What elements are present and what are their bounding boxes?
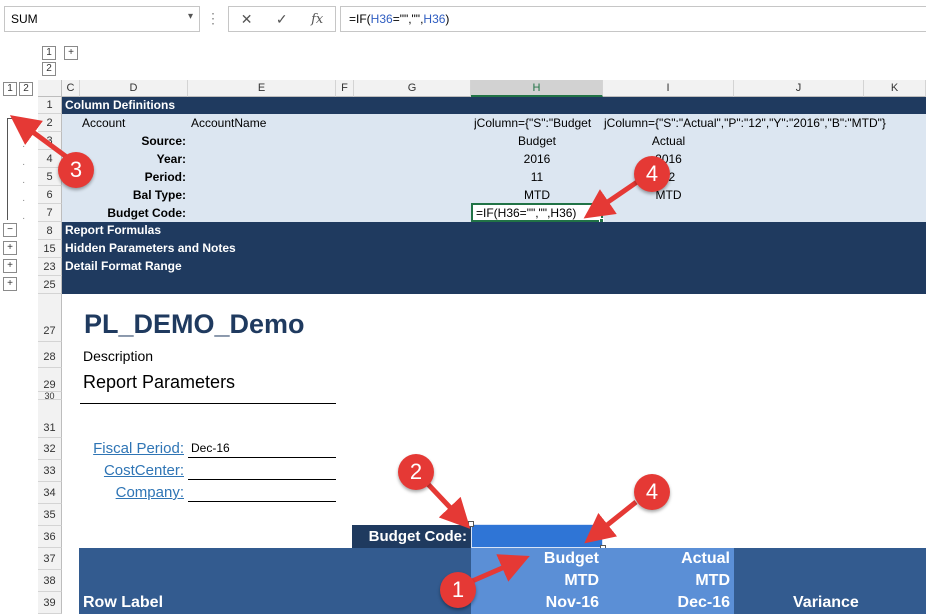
- arrow-4-top: [583, 177, 642, 219]
- callout-badge-1: 1: [440, 572, 476, 608]
- callout-badge-3: 3: [58, 152, 94, 188]
- callout-badge-4: 4: [634, 474, 670, 510]
- arrow-1: [469, 554, 530, 585]
- callout-badge-2: 2: [398, 454, 434, 490]
- arrow-2: [424, 480, 471, 529]
- callout-arrows: [9, 115, 642, 585]
- callout-badge-4: 4: [634, 156, 670, 192]
- arrow-3: [9, 115, 70, 161]
- arrow-4-bottom: [584, 500, 638, 544]
